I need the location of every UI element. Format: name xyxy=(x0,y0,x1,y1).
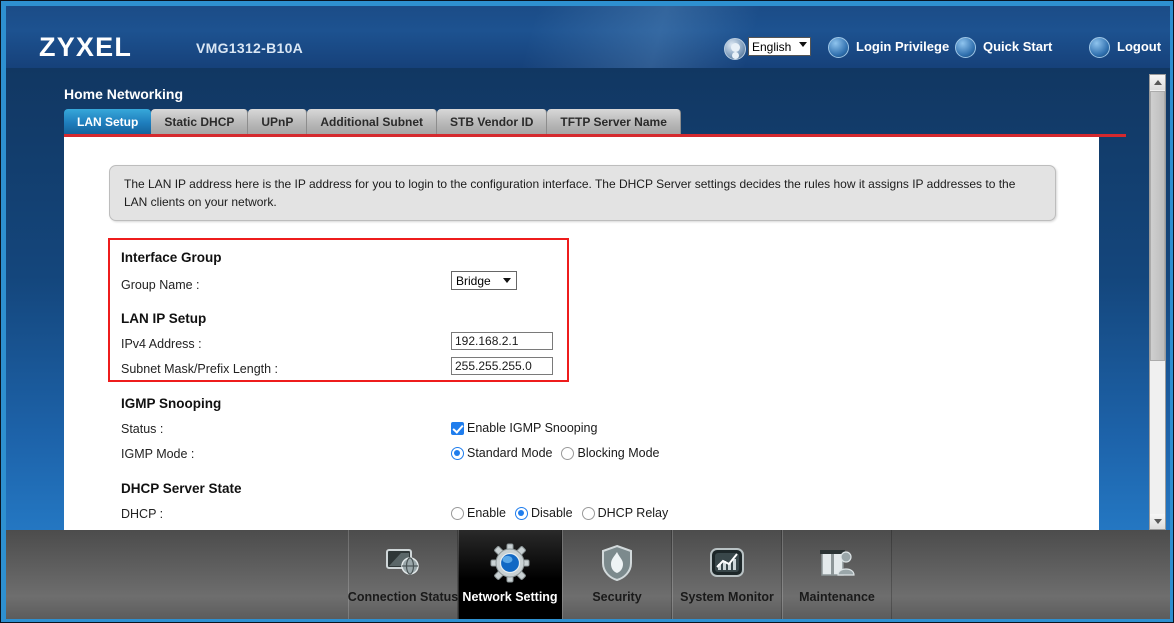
scroll-up-button[interactable] xyxy=(1150,75,1165,90)
igmp-mode-radio-group: Standard Mode Blocking Mode xyxy=(451,446,668,460)
nav-item-network-setting[interactable]: Network Setting xyxy=(458,530,562,619)
radio-icon-unselected[interactable] xyxy=(581,506,595,520)
igmp-enable-checkbox-row[interactable]: Enable IGMP Snooping xyxy=(451,421,597,435)
radio-icon-unselected[interactable] xyxy=(561,446,575,460)
igmp-mode-label: IGMP Mode : xyxy=(121,447,195,461)
ipv4-address-input[interactable] xyxy=(451,332,553,350)
quick-start-link[interactable]: Quick Start xyxy=(983,39,1052,54)
igmp-mode-standard-label: Standard Mode xyxy=(467,446,553,460)
nav-item-security[interactable]: Security xyxy=(562,530,672,619)
tab-upnp[interactable]: UPnP xyxy=(248,109,308,134)
nav-item-system-monitor[interactable]: System Monitor xyxy=(672,530,782,619)
vertical-scrollbar[interactable] xyxy=(1149,74,1166,530)
ipv4-address-label: IPv4 Address : xyxy=(121,337,202,351)
igmp-mode-option-blocking[interactable]: Blocking Mode xyxy=(561,446,659,460)
dhcp-option-disable[interactable]: Disable xyxy=(514,506,573,520)
igmp-mode-blocking-label: Blocking Mode xyxy=(577,446,660,460)
shield-flame-icon xyxy=(596,542,638,584)
content-panel: The LAN IP address here is the IP addres… xyxy=(64,137,1099,530)
window-inner-frame: ZYXEL VMG1312-B10A English Login Privile… xyxy=(6,6,1170,619)
logout-icon[interactable] xyxy=(1089,37,1110,58)
chart-monitor-icon xyxy=(706,542,748,584)
section-title-interface-group: Interface Group xyxy=(121,250,222,265)
dhcp-relay-label: DHCP Relay xyxy=(597,506,669,520)
language-select[interactable]: English xyxy=(748,37,811,56)
zyxel-logo: ZYXEL xyxy=(39,32,133,62)
nav-label-system-monitor: System Monitor xyxy=(680,590,774,604)
scrollbar-thumb[interactable] xyxy=(1150,91,1165,361)
bottom-navigation-bar: Connection Status Network Setting Securi… xyxy=(6,530,1170,619)
tab-stb-vendor-id[interactable]: STB Vendor ID xyxy=(437,109,548,134)
tab-static-dhcp[interactable]: Static DHCP xyxy=(151,109,249,134)
user-avatar-icon xyxy=(724,38,746,60)
subnet-mask-label: Subnet Mask/Prefix Length : xyxy=(121,362,279,376)
monitor-globe-icon xyxy=(382,542,424,584)
dhcp-label: DHCP : xyxy=(121,507,164,521)
section-title-igmp-snooping: IGMP Snooping xyxy=(121,396,222,411)
igmp-mode-option-standard[interactable]: Standard Mode xyxy=(451,446,552,460)
app-header: ZYXEL VMG1312-B10A English Login Privile… xyxy=(6,6,1170,68)
dhcp-radio-group: Enable Disable DHCP Relay xyxy=(451,506,677,520)
dhcp-option-relay[interactable]: DHCP Relay xyxy=(581,506,669,520)
logout-link[interactable]: Logout xyxy=(1117,39,1161,54)
tab-bar: LAN Setup Static DHCP UPnP Additional Su… xyxy=(64,109,681,134)
group-name-label: Group Name : xyxy=(121,278,200,292)
page-title: Home Networking xyxy=(64,86,184,102)
tab-additional-subnet[interactable]: Additional Subnet xyxy=(307,109,438,134)
gear-icon xyxy=(489,542,531,584)
radio-icon-unselected[interactable] xyxy=(451,506,464,520)
device-model-name: VMG1312-B10A xyxy=(196,40,304,56)
subnet-mask-input[interactable] xyxy=(451,357,553,375)
nav-label-maintenance: Maintenance xyxy=(799,590,875,604)
nav-item-connection-status[interactable]: Connection Status xyxy=(348,530,458,619)
users-icon[interactable] xyxy=(828,37,849,58)
group-name-value: Bridge xyxy=(456,274,491,288)
router-web-ui-window: ZYXEL VMG1312-B10A English Login Privile… xyxy=(0,0,1174,623)
checkbox-icon-checked[interactable] xyxy=(451,421,464,435)
wizard-wand-icon[interactable] xyxy=(955,37,976,58)
dhcp-option-enable[interactable]: Enable xyxy=(451,506,506,520)
language-select-value: English xyxy=(752,40,792,54)
scroll-down-button[interactable] xyxy=(1150,514,1165,529)
nav-item-maintenance[interactable]: Maintenance xyxy=(782,530,892,619)
login-privilege-link[interactable]: Login Privilege xyxy=(856,39,949,54)
radio-icon-selected[interactable] xyxy=(451,446,464,460)
group-name-select[interactable]: Bridge xyxy=(451,271,517,290)
info-box: The LAN IP address here is the IP addres… xyxy=(109,165,1056,221)
igmp-status-label: Status : xyxy=(121,422,164,436)
tab-lan-setup[interactable]: LAN Setup xyxy=(64,109,152,134)
toolbox-user-icon xyxy=(816,542,858,584)
caret-down-icon xyxy=(1154,519,1162,524)
nav-label-security: Security xyxy=(592,590,642,604)
dhcp-enable-label: Enable xyxy=(467,506,506,520)
caret-up-icon xyxy=(1154,80,1162,85)
radio-icon-selected[interactable] xyxy=(514,506,528,520)
nav-label-connection-status: Connection Status xyxy=(347,590,459,604)
chevron-down-icon xyxy=(799,42,807,47)
section-title-lan-ip-setup: LAN IP Setup xyxy=(121,311,207,326)
dhcp-disable-label: Disable xyxy=(530,506,573,520)
igmp-enable-checkbox-label: Enable IGMP Snooping xyxy=(467,421,598,435)
tab-tftp-server-name[interactable]: TFTP Server Name xyxy=(547,109,681,134)
chevron-down-icon xyxy=(503,278,511,283)
nav-label-network-setting: Network Setting xyxy=(462,590,558,604)
section-title-dhcp-server-state: DHCP Server State xyxy=(121,481,242,496)
